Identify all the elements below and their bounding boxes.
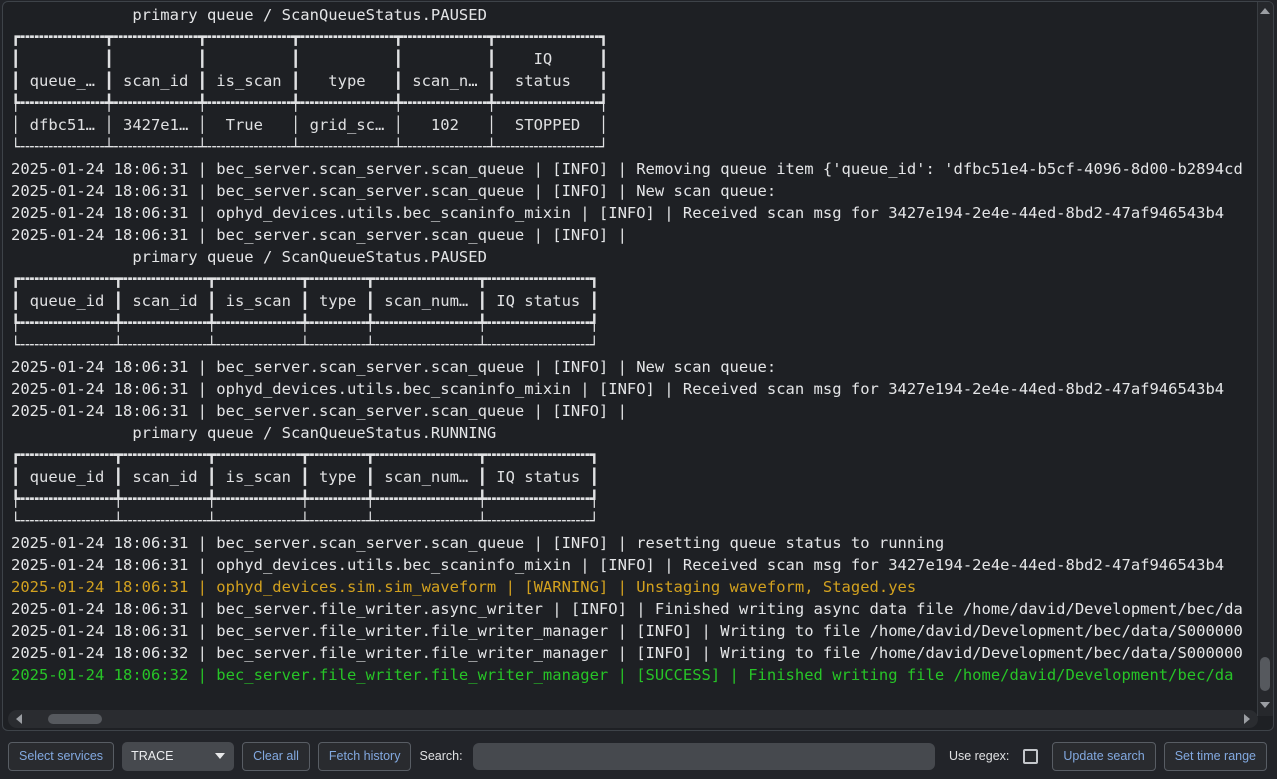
log-table-line: │ dfbc51… │ 3427e1… │ True │ grid_sc… │ … (11, 114, 1259, 136)
use-regex-checkbox[interactable] (1023, 749, 1038, 764)
update-search-button[interactable]: Update search (1052, 742, 1155, 771)
log-line: 2025-01-24 18:06:31 | bec_server.scan_se… (11, 158, 1259, 180)
log-table-line: ┡╍╍╍╍╍╍╍╍╍╍╇╍╍╍╍╍╍╍╍╍╇╍╍╍╍╍╍╍╍╍╇╍╍╍╍╍╍╇╍… (11, 312, 1259, 334)
log-line: 2025-01-24 18:06:31 | bec_server.file_wr… (11, 620, 1259, 642)
horizontal-scrollbar-thumb[interactable] (48, 714, 102, 724)
log-table-line: ┡╍╍╍╍╍╍╍╍╍╍╇╍╍╍╍╍╍╍╍╍╇╍╍╍╍╍╍╍╍╍╇╍╍╍╍╍╍╇╍… (11, 488, 1259, 510)
log-table-line: ┃ queue_id ┃ scan_id ┃ is_scan ┃ type ┃ … (11, 466, 1259, 488)
log-level-select[interactable]: TRACE (122, 742, 234, 771)
log-table-line: ┃ queue_… ┃ scan_id ┃ is_scan ┃ type ┃ s… (11, 70, 1259, 92)
clear-all-button[interactable]: Clear all (242, 742, 310, 771)
horizontal-scrollbar[interactable] (8, 710, 1258, 728)
vertical-scrollbar[interactable] (1257, 2, 1273, 716)
log-line: 2025-01-24 18:06:31 | bec_server.scan_se… (11, 224, 1259, 246)
log-viewport[interactable]: primary queue / ScanQueueStatus.PAUSED┏╍… (11, 4, 1259, 688)
log-line: 2025-01-24 18:06:32 | bec_server.file_wr… (11, 664, 1259, 686)
log-table-line: ┃ queue_id ┃ scan_id ┃ is_scan ┃ type ┃ … (11, 290, 1259, 312)
log-table-line: └╌╌╌╌╌╌╌╌╌┴╌╌╌╌╌╌╌╌╌┴╌╌╌╌╌╌╌╌╌┴╌╌╌╌╌╌╌╌╌… (11, 136, 1259, 158)
log-panel: primary queue / ScanQueueStatus.PAUSED┏╍… (2, 1, 1274, 731)
select-services-button[interactable]: Select services (8, 742, 114, 771)
scroll-down-arrow-icon[interactable] (1260, 702, 1270, 708)
chevron-down-icon (215, 753, 225, 759)
scroll-right-arrow-icon[interactable] (1244, 714, 1250, 724)
log-lines: primary queue / ScanQueueStatus.PAUSED┏╍… (11, 4, 1259, 686)
log-table-line: ┏╍╍╍╍╍╍╍╍╍╍┳╍╍╍╍╍╍╍╍╍┳╍╍╍╍╍╍╍╍╍┳╍╍╍╍╍╍┳╍… (11, 268, 1259, 290)
log-table-line: ┃ ┃ ┃ ┃ ┃ ┃ IQ ┃ (11, 48, 1259, 70)
search-label: Search: (419, 749, 462, 763)
toolbar: Select services TRACE Clear all Fetch hi… (0, 733, 1277, 779)
main-window: { "colors": { "background": "#1e2024", "… (0, 0, 1277, 779)
log-table-line: └╌╌╌╌╌╌╌╌╌╌┴╌╌╌╌╌╌╌╌╌┴╌╌╌╌╌╌╌╌╌┴╌╌╌╌╌╌┴╌… (11, 510, 1259, 532)
log-line: 2025-01-24 18:06:31 | bec_server.scan_se… (11, 180, 1259, 202)
vertical-scrollbar-thumb[interactable] (1260, 657, 1270, 691)
fetch-history-button[interactable]: Fetch history (318, 742, 412, 771)
log-line: 2025-01-24 18:06:32 | bec_server.file_wr… (11, 642, 1259, 664)
log-table-line: ┡╍╍╍╍╍╍╍╍╍╇╍╍╍╍╍╍╍╍╍╇╍╍╍╍╍╍╍╍╍╇╍╍╍╍╍╍╍╍╍… (11, 92, 1259, 114)
log-table-line: ┏╍╍╍╍╍╍╍╍╍┳╍╍╍╍╍╍╍╍╍┳╍╍╍╍╍╍╍╍╍┳╍╍╍╍╍╍╍╍╍… (11, 26, 1259, 48)
log-line: 2025-01-24 18:06:31 | bec_server.scan_se… (11, 356, 1259, 378)
log-line: 2025-01-24 18:06:31 | ophyd_devices.util… (11, 202, 1259, 224)
log-line: 2025-01-24 18:06:31 | bec_server.scan_se… (11, 532, 1259, 554)
scroll-up-arrow-icon[interactable] (1260, 8, 1270, 14)
log-line: 2025-01-24 18:06:31 | ophyd_devices.util… (11, 554, 1259, 576)
log-table-line: ┏╍╍╍╍╍╍╍╍╍╍┳╍╍╍╍╍╍╍╍╍┳╍╍╍╍╍╍╍╍╍┳╍╍╍╍╍╍┳╍… (11, 444, 1259, 466)
log-table-line: └╌╌╌╌╌╌╌╌╌╌┴╌╌╌╌╌╌╌╌╌┴╌╌╌╌╌╌╌╌╌┴╌╌╌╌╌╌┴╌… (11, 334, 1259, 356)
use-regex-label: Use regex: (949, 749, 1009, 763)
scroll-left-arrow-icon[interactable] (16, 714, 22, 724)
log-line: 2025-01-24 18:06:31 | ophyd_devices.sim.… (11, 576, 1259, 598)
log-line: primary queue / ScanQueueStatus.PAUSED (11, 246, 1259, 268)
log-line: primary queue / ScanQueueStatus.PAUSED (11, 4, 1259, 26)
log-line: 2025-01-24 18:06:31 | bec_server.file_wr… (11, 598, 1259, 620)
search-input[interactable] (473, 743, 935, 770)
log-line: primary queue / ScanQueueStatus.RUNNING (11, 422, 1259, 444)
log-line: 2025-01-24 18:06:31 | bec_server.scan_se… (11, 400, 1259, 422)
set-time-range-button[interactable]: Set time range (1164, 742, 1267, 771)
log-level-value: TRACE (131, 749, 173, 763)
log-line: 2025-01-24 18:06:31 | ophyd_devices.util… (11, 378, 1259, 400)
